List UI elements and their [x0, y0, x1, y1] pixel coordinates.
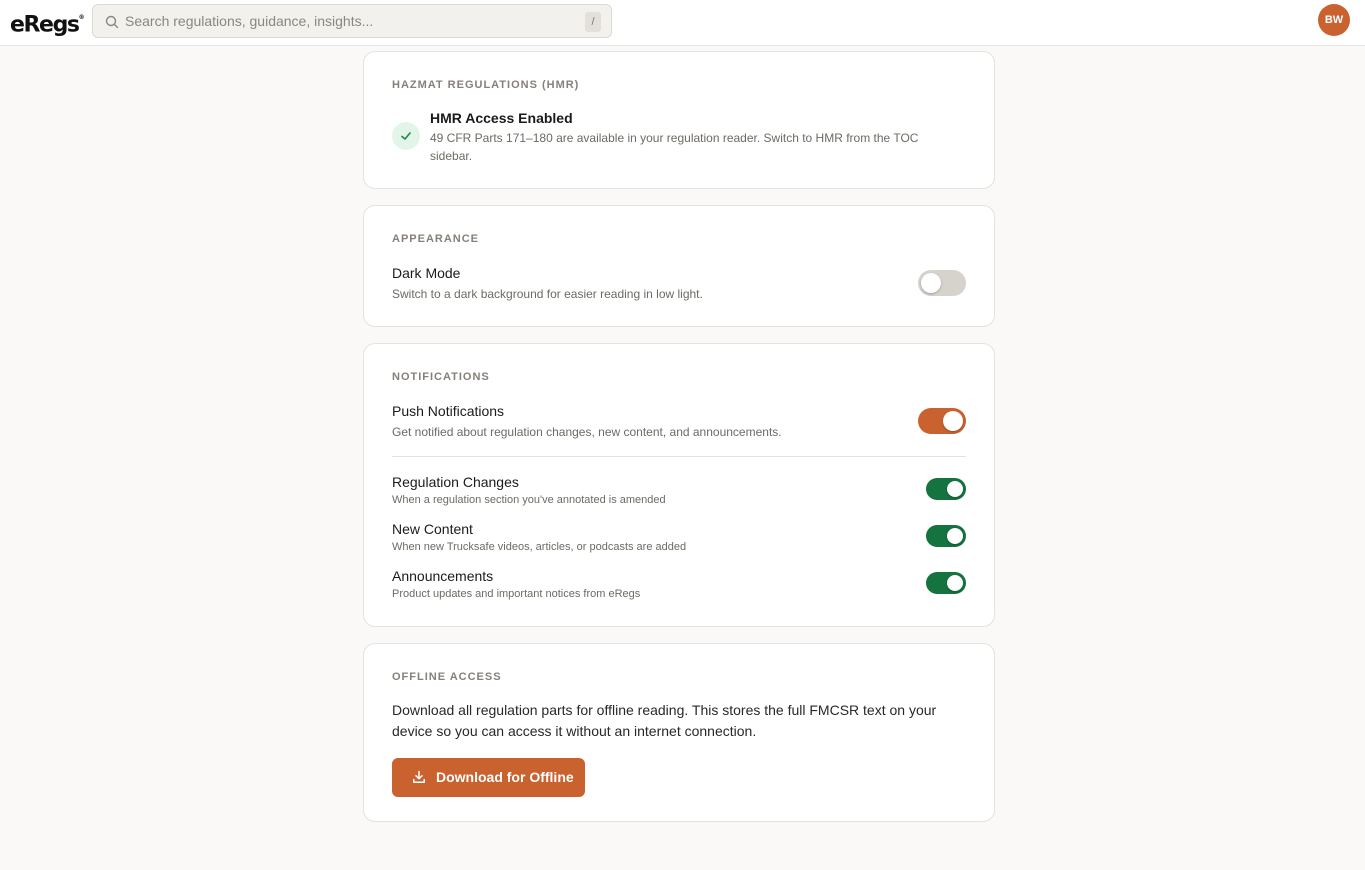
- download-offline-label: Download for Offline: [436, 769, 574, 785]
- push-notifications-desc: Get notified about regulation changes, n…: [392, 425, 782, 439]
- top-bar: eRegs® / BW: [0, 0, 1365, 46]
- announcements-toggle[interactable]: [926, 572, 966, 594]
- toggle-knob: [947, 481, 963, 497]
- notifications-section-title: NOTIFICATIONS: [392, 371, 490, 383]
- new-content-desc: When new Trucksafe videos, articles, or …: [392, 541, 687, 553]
- search-box[interactable]: /: [92, 4, 612, 38]
- notifications-divider: [392, 456, 966, 457]
- hmr-section-title: HAZMAT REGULATIONS (HMR): [392, 79, 580, 91]
- regulation-changes-desc: When a regulation section you've annotat…: [392, 494, 666, 506]
- new-content-label: New Content: [392, 521, 473, 537]
- search-input[interactable]: [125, 5, 565, 37]
- dark-mode-desc: Switch to a dark background for easier r…: [392, 287, 703, 301]
- hmr-card: HAZMAT REGULATIONS (HMR) HMR Access Enab…: [363, 51, 995, 189]
- notifications-card: NOTIFICATIONS Push Notifications Get not…: [363, 343, 995, 627]
- dark-mode-toggle[interactable]: [918, 270, 966, 296]
- offline-card: OFFLINE ACCESS Download all regulation p…: [363, 643, 995, 822]
- new-content-toggle[interactable]: [926, 525, 966, 547]
- search-shortcut-hint: /: [585, 12, 601, 32]
- push-notifications-toggle[interactable]: [918, 408, 966, 434]
- toggle-knob: [921, 273, 941, 293]
- search-icon: [105, 15, 119, 29]
- user-avatar[interactable]: BW: [1318, 4, 1350, 36]
- announcements-desc: Product updates and important notices fr…: [392, 588, 641, 600]
- hmr-status-desc: 49 CFR Parts 171–180 are available in yo…: [430, 131, 919, 163]
- download-offline-button[interactable]: Download for Offline: [392, 758, 585, 797]
- hmr-status-badge: [392, 122, 420, 150]
- push-notifications-label: Push Notifications: [392, 403, 505, 419]
- appearance-section-title: APPEARANCE: [392, 233, 480, 245]
- download-icon: [413, 770, 425, 783]
- logo-text: eRegs: [10, 12, 80, 38]
- regulation-changes-toggle[interactable]: [926, 478, 966, 500]
- hmr-status-title: HMR Access Enabled: [430, 110, 573, 126]
- toggle-knob: [947, 528, 963, 544]
- announcements-label: Announcements: [392, 568, 494, 584]
- offline-section-title: OFFLINE ACCESS: [392, 671, 502, 683]
- dark-mode-label: Dark Mode: [392, 265, 461, 281]
- offline-desc: Download all regulation parts for offlin…: [392, 702, 937, 739]
- toggle-knob: [943, 411, 963, 431]
- regulation-changes-label: Regulation Changes: [392, 474, 519, 490]
- eregs-logo[interactable]: eRegs®: [10, 8, 85, 38]
- appearance-card: APPEARANCE Dark Mode Switch to a dark ba…: [363, 205, 995, 327]
- check-icon: [401, 132, 411, 140]
- registered-mark: ®: [78, 14, 85, 21]
- toggle-knob: [947, 575, 963, 591]
